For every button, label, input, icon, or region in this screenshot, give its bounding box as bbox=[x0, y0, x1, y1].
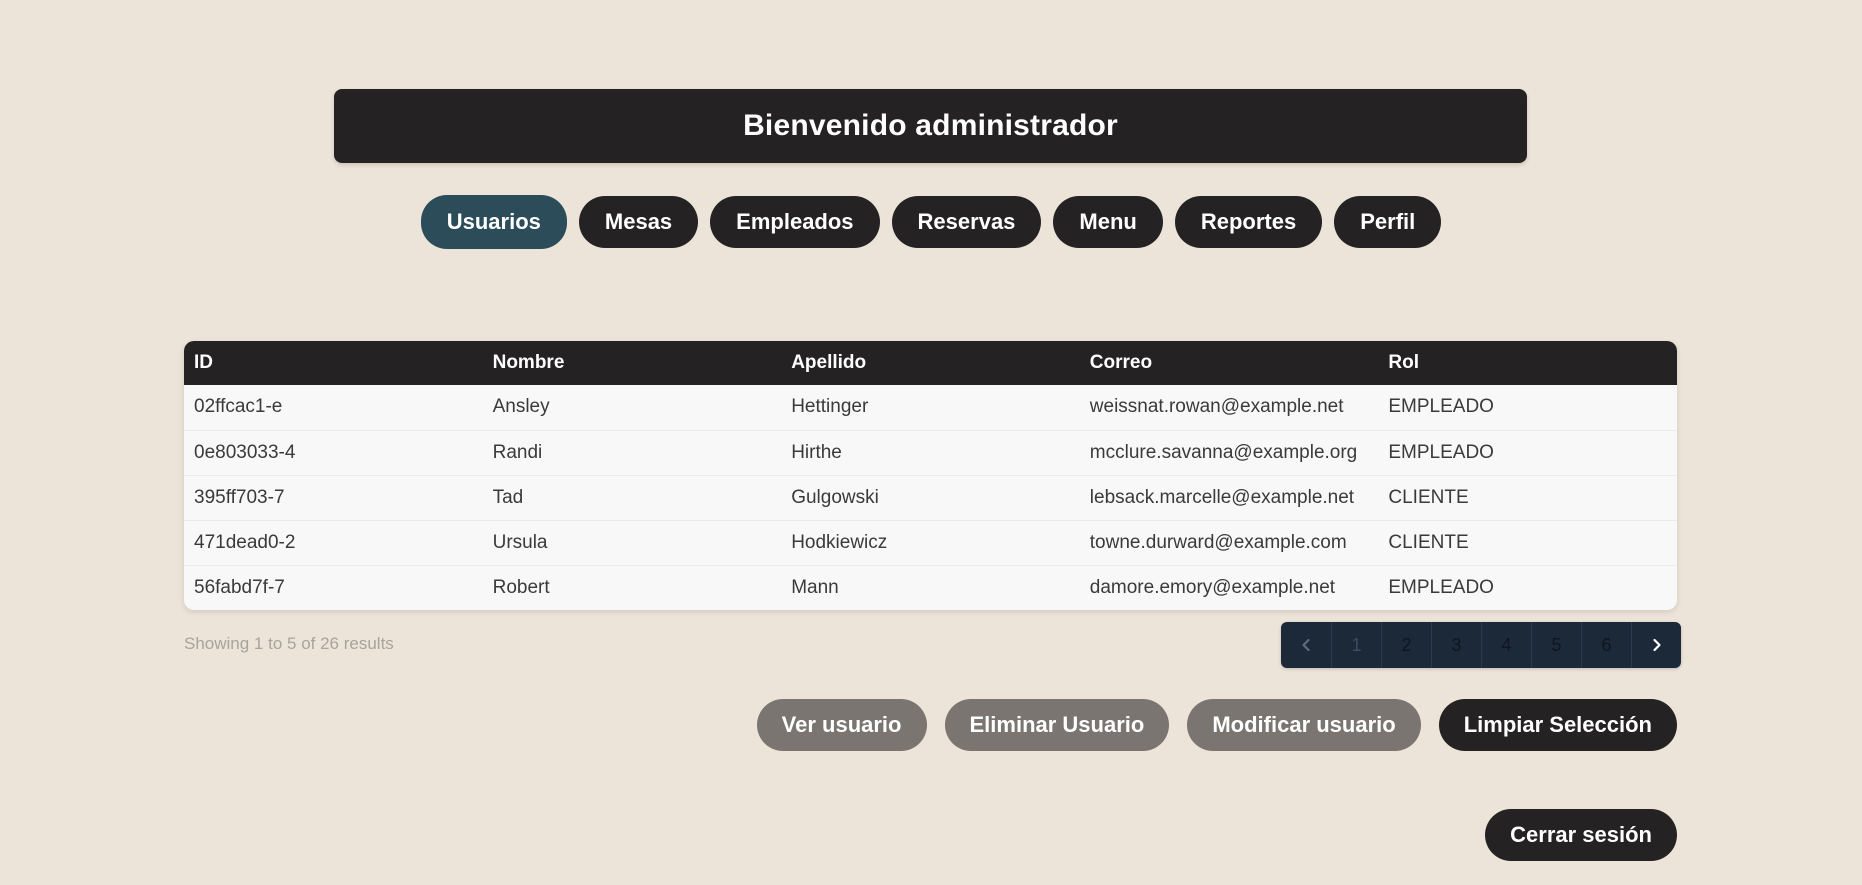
tab-menu[interactable]: Menu bbox=[1053, 196, 1163, 248]
pagination: 1 2 3 4 5 6 bbox=[1281, 622, 1681, 668]
users-table: ID Nombre Apellido Correo Rol 02ffcac1-e… bbox=[184, 341, 1677, 610]
chevron-left-icon bbox=[1302, 638, 1310, 652]
cell-correo: lebsack.marcelle@example.net bbox=[1089, 486, 1355, 508]
page-title: Bienvenido administrador bbox=[743, 109, 1118, 142]
table-row[interactable]: 56fabd7f-7 Robert Mann damore.emory@exam… bbox=[184, 565, 1677, 610]
edit-user-button[interactable]: Modificar usuario bbox=[1187, 699, 1421, 751]
clear-selection-button[interactable]: Limpiar Selección bbox=[1438, 699, 1677, 751]
cell-apellido: Hettinger bbox=[791, 396, 869, 418]
pagination-next-button[interactable] bbox=[1631, 622, 1681, 668]
cell-nombre: Randi bbox=[492, 441, 543, 463]
cell-rol: CLIENTE bbox=[1388, 486, 1469, 508]
column-header-correo: Correo bbox=[1089, 352, 1153, 373]
table-row[interactable]: 0e803033-4 Randi Hirthe mcclure.savanna@… bbox=[184, 430, 1677, 475]
tab-empleados[interactable]: Empleados bbox=[710, 196, 880, 248]
column-header-rol: Rol bbox=[1388, 352, 1419, 373]
cell-id: 395ff703-7 bbox=[194, 486, 285, 508]
logout-button[interactable]: Cerrar sesión bbox=[1485, 809, 1677, 861]
pagination-page-1[interactable]: 1 bbox=[1331, 622, 1381, 668]
cell-rol: EMPLEADO bbox=[1388, 441, 1494, 463]
pagination-prev-button[interactable] bbox=[1281, 622, 1331, 668]
cell-id: 471dead0-2 bbox=[194, 531, 296, 553]
main-nav: Usuarios Mesas Empleados Reservas Menu R… bbox=[0, 195, 1862, 249]
pagination-page-2[interactable]: 2 bbox=[1381, 622, 1431, 668]
tab-usuarios[interactable]: Usuarios bbox=[420, 195, 567, 249]
table-header-row: ID Nombre Apellido Correo Rol bbox=[184, 341, 1677, 385]
cell-id: 56fabd7f-7 bbox=[194, 576, 285, 598]
cell-nombre: Ansley bbox=[492, 396, 550, 418]
tab-reservas[interactable]: Reservas bbox=[891, 196, 1042, 248]
cell-correo: towne.durward@example.com bbox=[1089, 531, 1347, 553]
table-row[interactable]: 471dead0-2 Ursula Hodkiewicz towne.durwa… bbox=[184, 520, 1677, 565]
column-header-id: ID bbox=[194, 352, 213, 373]
cell-id: 02ffcac1-e bbox=[194, 396, 283, 418]
cell-correo: damore.emory@example.net bbox=[1089, 576, 1336, 598]
chevron-right-icon bbox=[1652, 638, 1661, 652]
cell-rol: EMPLEADO bbox=[1388, 576, 1494, 598]
tab-perfil[interactable]: Perfil bbox=[1334, 196, 1442, 248]
header-bar: Bienvenido administrador bbox=[334, 89, 1527, 163]
results-summary: Showing 1 to 5 of 26 results bbox=[184, 634, 394, 653]
tab-mesas[interactable]: Mesas bbox=[578, 196, 699, 248]
cell-apellido: Gulgowski bbox=[791, 486, 879, 508]
action-buttons: Ver usuario Eliminar Usuario Modificar u… bbox=[756, 699, 1677, 751]
pagination-page-5[interactable]: 5 bbox=[1531, 622, 1581, 668]
column-header-nombre: Nombre bbox=[492, 352, 565, 373]
table-row[interactable]: 395ff703-7 Tad Gulgowski lebsack.marcell… bbox=[184, 475, 1677, 520]
cell-nombre: Tad bbox=[492, 486, 524, 508]
cell-nombre: Ursula bbox=[492, 531, 548, 553]
cell-apellido: Hodkiewicz bbox=[791, 531, 888, 553]
pagination-page-3[interactable]: 3 bbox=[1431, 622, 1481, 668]
cell-rol: EMPLEADO bbox=[1388, 396, 1494, 418]
cell-apellido: Hirthe bbox=[791, 441, 842, 463]
cell-rol: CLIENTE bbox=[1388, 531, 1469, 553]
cell-apellido: Mann bbox=[791, 576, 839, 598]
logout-container: Cerrar sesión bbox=[1485, 809, 1677, 861]
cell-correo: mcclure.savanna@example.org bbox=[1089, 441, 1358, 463]
column-header-apellido: Apellido bbox=[791, 352, 867, 373]
tab-reportes[interactable]: Reportes bbox=[1174, 196, 1323, 248]
pagination-page-6[interactable]: 6 bbox=[1581, 622, 1631, 668]
delete-user-button[interactable]: Eliminar Usuario bbox=[944, 699, 1170, 751]
cell-id: 0e803033-4 bbox=[194, 441, 296, 463]
pagination-page-4[interactable]: 4 bbox=[1481, 622, 1531, 668]
table-row[interactable]: 02ffcac1-e Ansley Hettinger weissnat.row… bbox=[184, 385, 1677, 430]
cell-nombre: Robert bbox=[492, 576, 550, 598]
view-user-button[interactable]: Ver usuario bbox=[756, 699, 927, 751]
cell-correo: weissnat.rowan@example.net bbox=[1089, 396, 1344, 418]
